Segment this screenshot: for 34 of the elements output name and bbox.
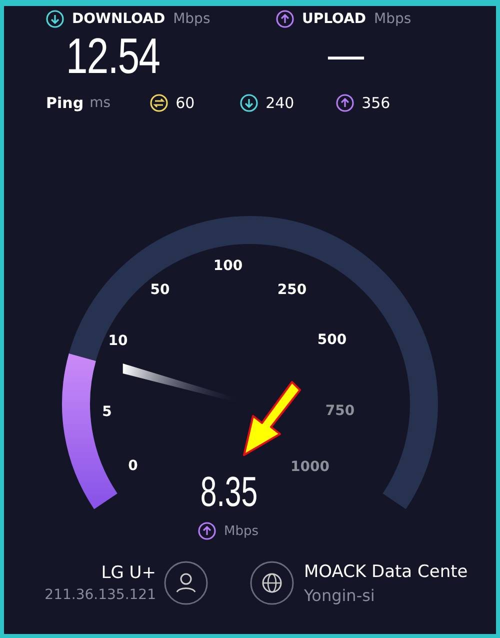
jitter-icon [150,94,168,112]
provider-ip: 211.36.135.121 [44,587,156,603]
upload-unit: Mbps [374,11,412,27]
gauge-tick-label: 1000 [290,459,330,475]
gauge-tick-label: 10 [108,333,128,349]
upload-label: UPLOAD [302,11,366,27]
gauge-tick-label: 100 [213,258,243,274]
gauge-reading: 8.35 [200,470,258,514]
ping-upload-value: 356 [362,94,390,112]
download-label: DOWNLOAD [72,11,166,27]
download-value: 12.54 [66,28,160,84]
download-icon [46,10,64,28]
gauge-tick-label: 50 [150,282,170,298]
ping-unit: ms [90,95,112,111]
gauge-tick-label: 750 [325,403,355,419]
upload-icon [336,94,354,112]
gauge-tick-label: 250 [277,282,307,298]
download-icon [240,94,258,112]
download-unit: Mbps [173,11,210,27]
ping-idle-value: 60 [176,94,195,112]
gauge-unit: Mbps [224,524,258,538]
gauge-tick-label: 5 [102,404,112,420]
server-location: Yongin-si [304,586,376,604]
user-icon[interactable] [164,561,208,605]
server-name: MOACK Data Cente [304,562,468,582]
gauge-tick-label: 0 [128,458,138,474]
ping-label: Ping [46,94,84,112]
upload-value: — [326,32,366,81]
gauge-tick-label: 500 [317,332,347,348]
upload-icon [198,522,216,540]
upload-icon [276,10,294,28]
ping-download-value: 240 [266,94,294,112]
provider-name: LG U+ [101,563,156,583]
globe-icon[interactable] [250,561,294,605]
